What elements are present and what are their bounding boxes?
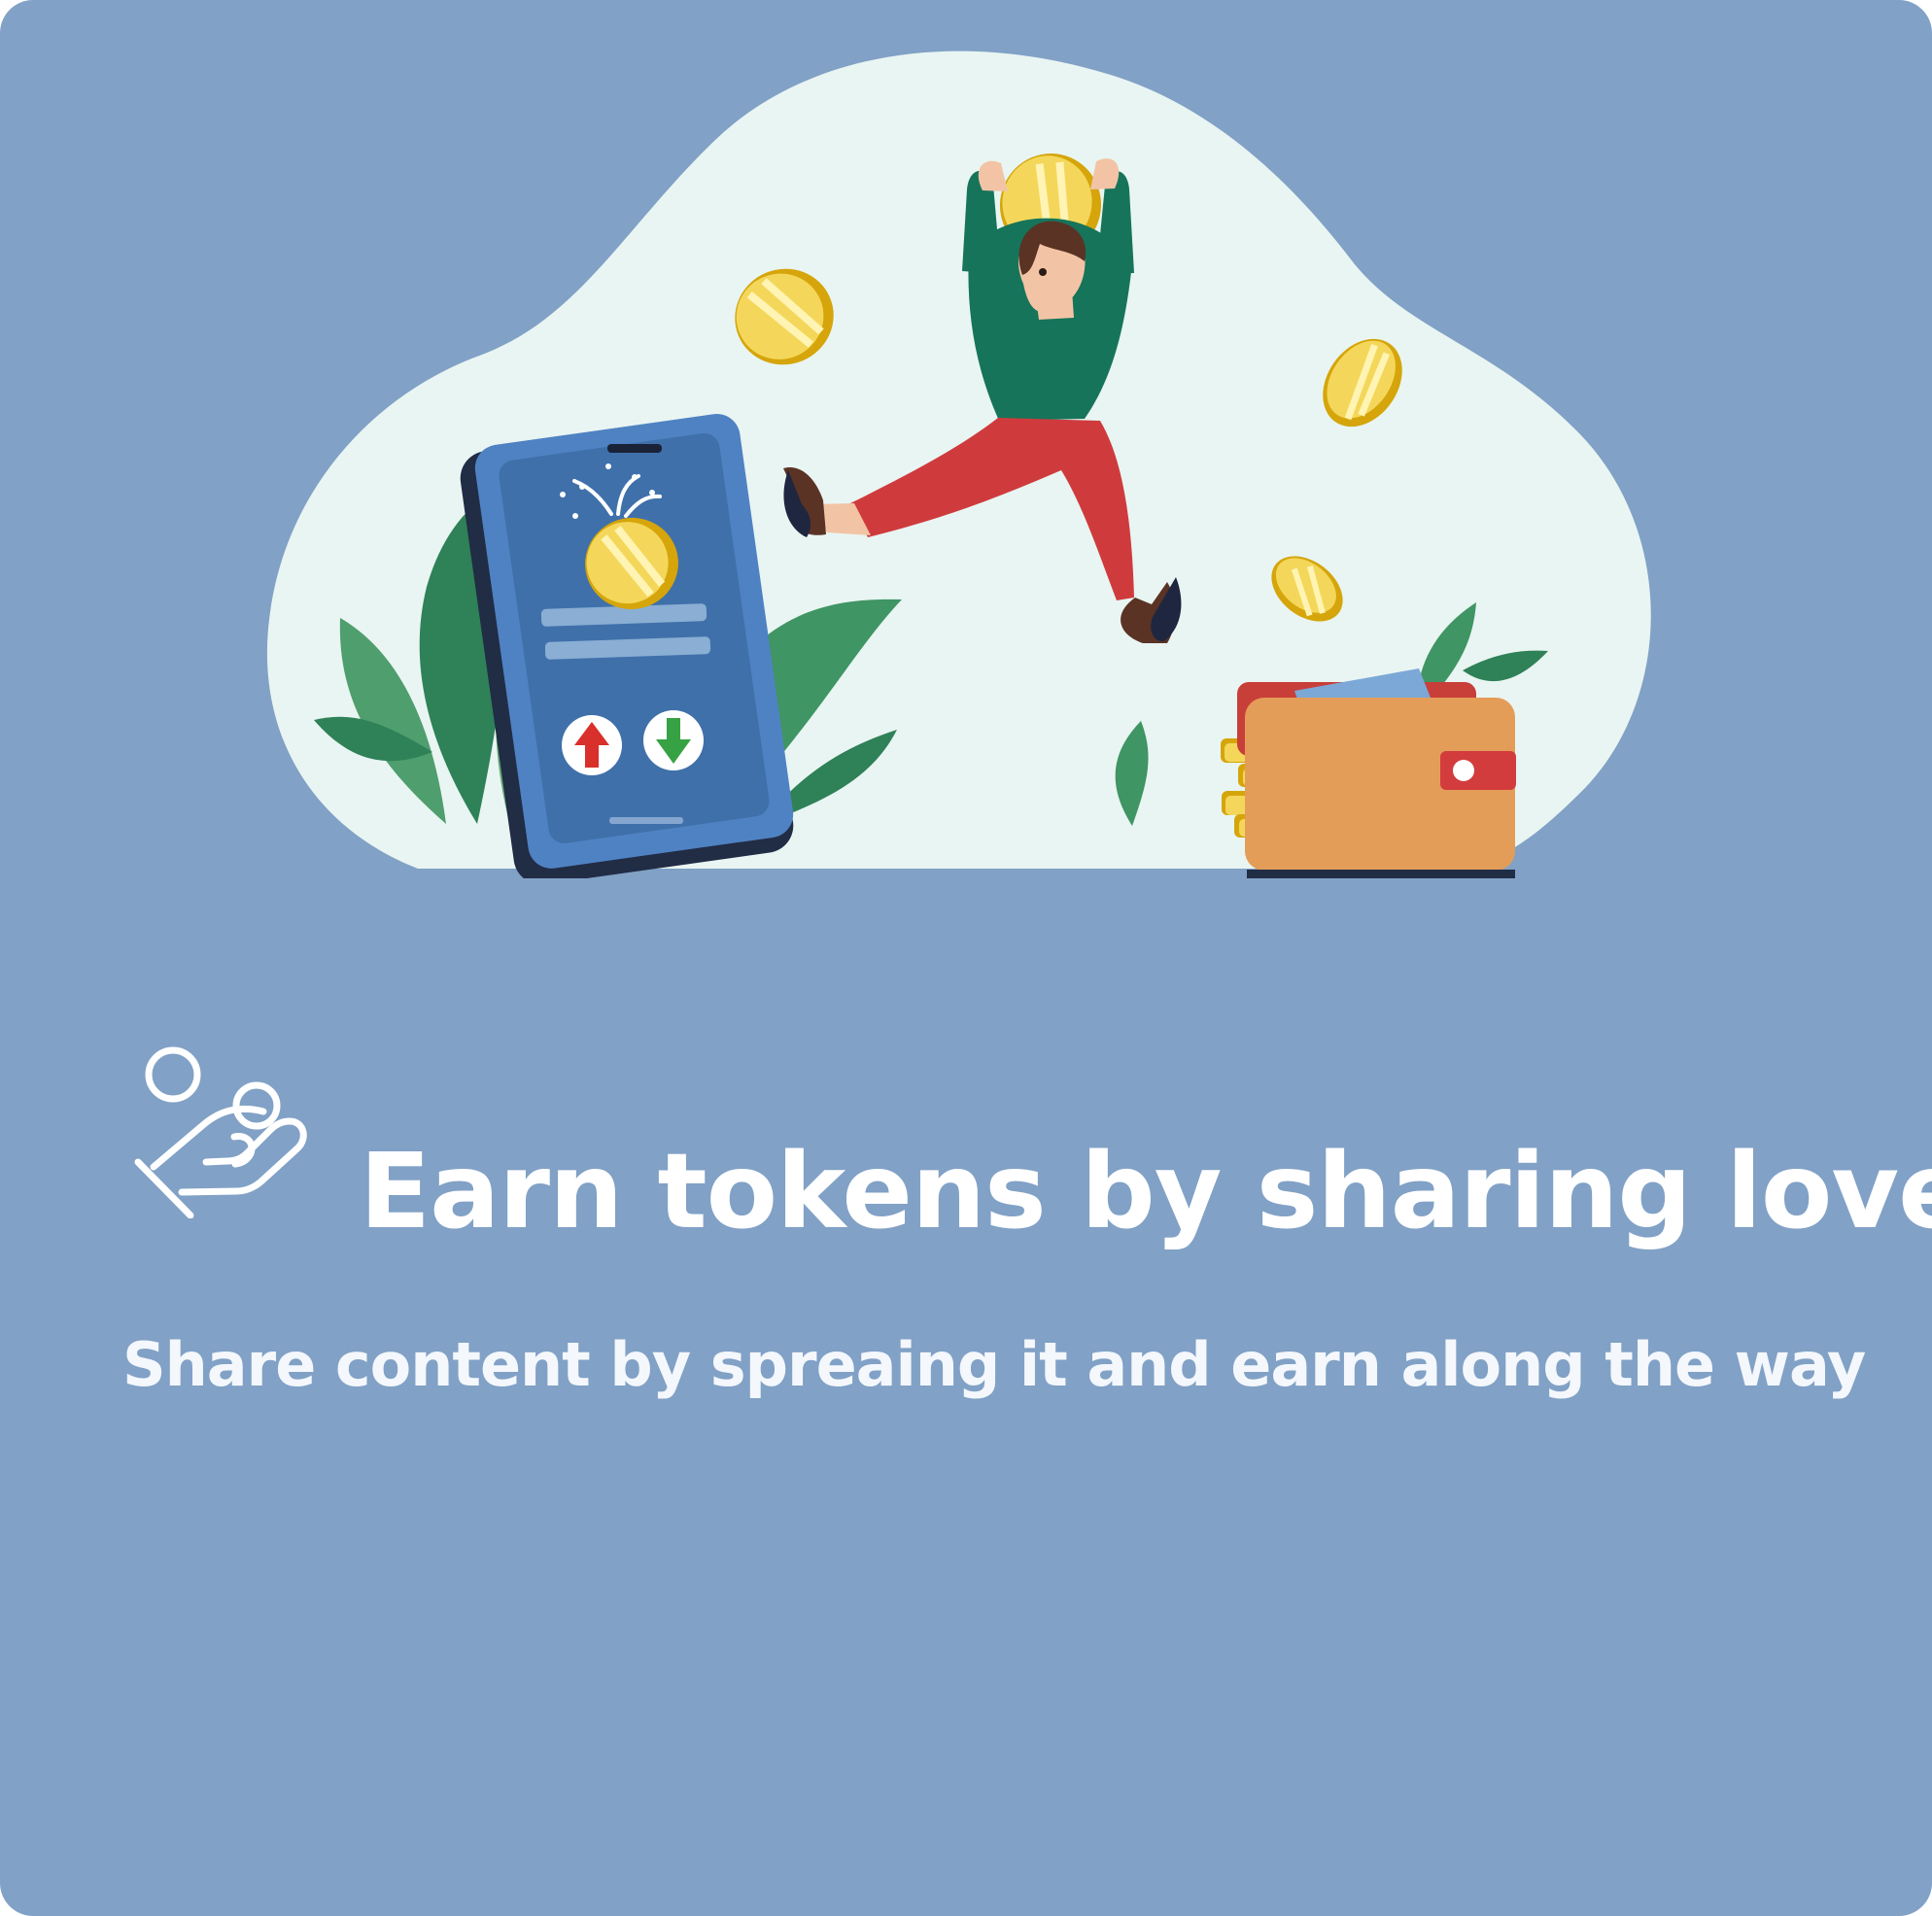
feature-heading-row: Earn tokens by sharing love [134,1042,1932,1244]
feature-description: Share content by spreaing it and earn al… [122,1329,1866,1400]
hand-holding-coins-icon [134,1042,311,1218]
feature-title: Earn tokens by sharing love [360,1131,1932,1252]
token-earning-illustration [262,43,1672,878]
mobile-phone [460,414,794,878]
token-feature-card: Earn tokens by sharing love Share conten… [0,0,1932,1916]
wallet [1237,668,1516,878]
